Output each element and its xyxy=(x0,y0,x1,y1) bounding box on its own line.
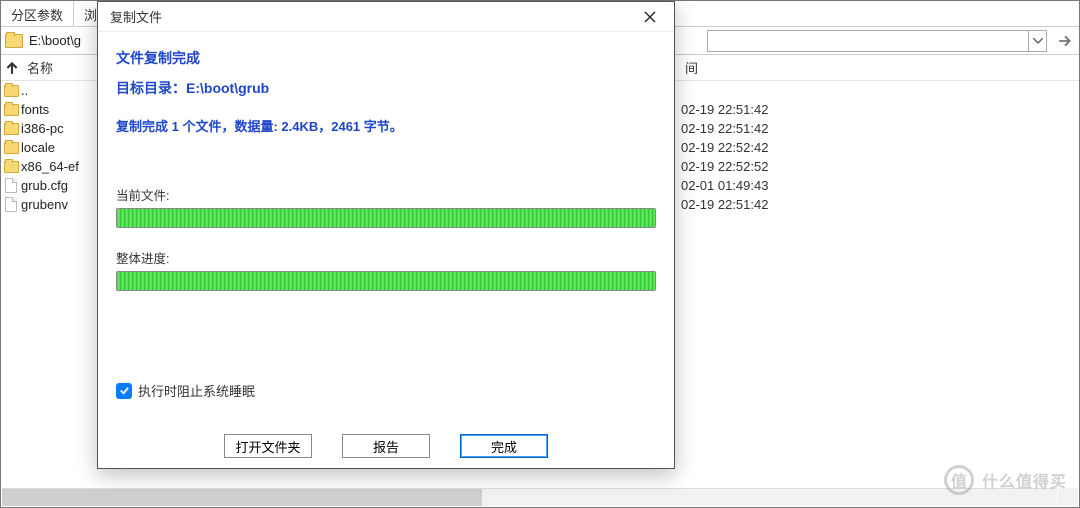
folder-icon xyxy=(4,142,19,154)
overall-progress-label: 整体进度: xyxy=(116,248,656,267)
file-time: 02-19 22:51:42 xyxy=(681,102,1079,117)
watermark-badge-icon: 值 xyxy=(944,465,974,495)
target-dir-label: 目标目录：E:\boot\grub xyxy=(116,78,656,98)
up-arrow-icon[interactable] xyxy=(1,61,23,75)
chevron-down-icon[interactable] xyxy=(1028,31,1046,51)
current-file-label: 当前文件: xyxy=(116,185,656,204)
prevent-sleep-checkbox[interactable] xyxy=(116,383,132,399)
dialog-footer: 打开文件夹 报告 完成 xyxy=(98,424,674,468)
check-icon xyxy=(119,385,130,396)
folder-icon xyxy=(5,34,23,48)
prevent-sleep-label: 执行时阻止系统睡眠 xyxy=(138,381,255,400)
path-input[interactable] xyxy=(27,31,87,50)
scroll-thumb[interactable] xyxy=(2,489,482,506)
folder-icon xyxy=(4,104,19,116)
done-button[interactable]: 完成 xyxy=(460,434,548,458)
file-time: 02-19 22:52:42 xyxy=(681,140,1079,155)
dialog-title: 复制文件 xyxy=(110,7,634,26)
current-file-progress xyxy=(116,208,656,228)
file-time: 02-19 22:52:52 xyxy=(681,159,1079,174)
dialog-titlebar: 复制文件 xyxy=(98,2,674,32)
copy-file-dialog: 复制文件 文件复制完成 目标目录：E:\boot\grub 复制完成 1 个文件… xyxy=(97,1,675,469)
close-icon xyxy=(644,11,656,23)
folder-icon xyxy=(4,85,19,97)
open-folder-button[interactable]: 打开文件夹 xyxy=(224,434,312,458)
overall-progress xyxy=(116,271,656,291)
folder-icon xyxy=(4,161,19,173)
watermark: 值 什么值得买 xyxy=(944,465,1067,495)
folder-icon xyxy=(4,123,19,135)
tab-partition-params[interactable]: 分区参数 xyxy=(1,1,74,26)
file-icon xyxy=(5,197,17,212)
file-time: 02-19 22:51:42 xyxy=(681,121,1079,136)
close-button[interactable] xyxy=(634,3,666,31)
column-time-header[interactable]: 间 xyxy=(683,58,1079,77)
report-button[interactable]: 报告 xyxy=(342,434,430,458)
filter-dropdown[interactable] xyxy=(707,30,1047,52)
horizontal-scrollbar[interactable] xyxy=(2,488,1057,506)
file-time: 02-01 01:49:43 xyxy=(681,178,1079,193)
file-time: 02-19 22:51:42 xyxy=(681,197,1079,212)
copy-complete-heading: 文件复制完成 xyxy=(116,48,656,68)
copy-stats: 复制完成 1 个文件，数据量: 2.4KB，2461 字节。 xyxy=(116,116,656,135)
watermark-text: 什么值得买 xyxy=(982,468,1067,492)
file-icon xyxy=(5,178,17,193)
go-arrow-icon[interactable] xyxy=(1055,31,1075,51)
